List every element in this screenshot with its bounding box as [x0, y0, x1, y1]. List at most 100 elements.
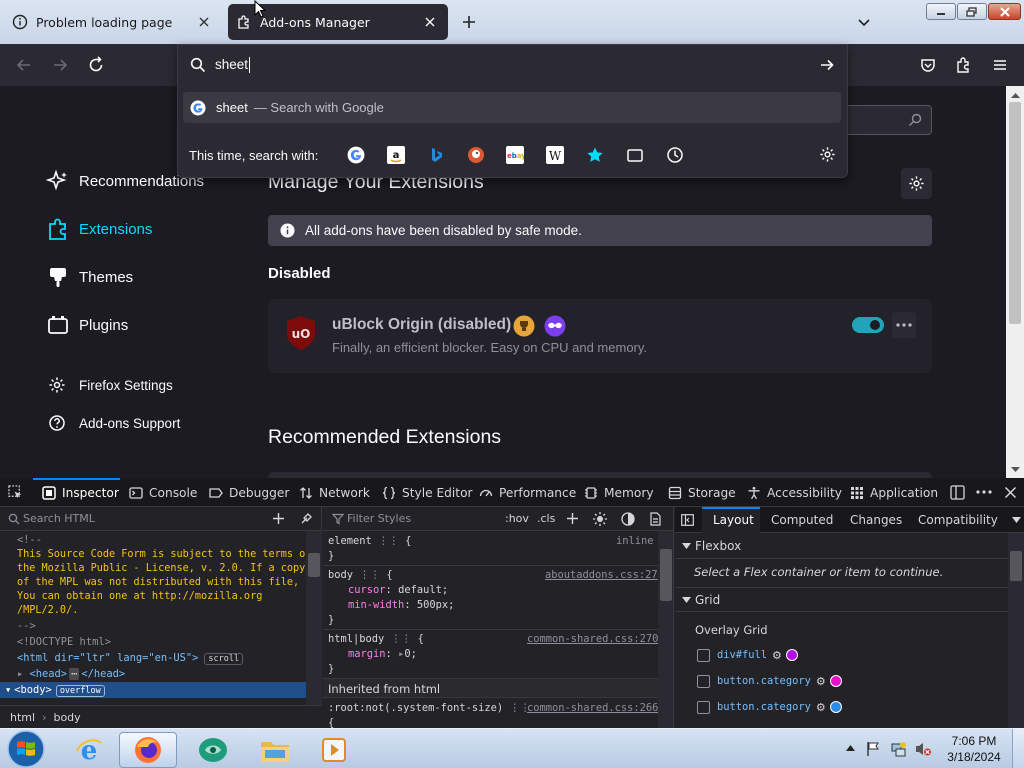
close-devtools-icon[interactable]	[1004, 486, 1017, 499]
breadcrumb-item[interactable]: html	[10, 711, 35, 724]
search-html-input[interactable]: Search HTML	[23, 512, 95, 525]
toggle-sidebar-icon[interactable]	[681, 514, 694, 526]
dark-theme-icon[interactable]	[621, 512, 635, 526]
checkbox[interactable]	[697, 648, 710, 662]
chevron-down-icon[interactable]	[1012, 517, 1021, 523]
light-theme-icon[interactable]	[593, 512, 607, 526]
reload-icon[interactable]	[87, 56, 105, 74]
forward-icon[interactable]	[51, 56, 69, 74]
print-media-icon[interactable]	[649, 512, 662, 526]
css-declaration[interactable]: min-width: 500px;	[348, 597, 454, 613]
addons-search-field[interactable]	[840, 105, 932, 135]
markup-node-body[interactable]: ▾ <body> overflow	[0, 682, 306, 698]
grid-color-swatch[interactable]	[785, 649, 798, 661]
eyedropper-icon[interactable]	[300, 512, 313, 525]
tabs-icon[interactable]	[626, 146, 644, 164]
tab-compatibility[interactable]: Compatibility	[918, 513, 998, 527]
scroll-thumb[interactable]	[660, 549, 672, 601]
markup-node-html[interactable]: <html dir="ltr" lang="en-US"> scroll	[17, 650, 244, 667]
tab-style-editor[interactable]: Style Editor	[382, 478, 473, 507]
ebay-icon[interactable]: ebay	[506, 146, 524, 164]
addon-toggle[interactable]	[852, 317, 884, 333]
rule-source-link[interactable]: common-shared.css:270	[527, 631, 658, 647]
addon-card[interactable]: uO uBlock Origin (disabled) Finally, an …	[268, 299, 932, 373]
tab-list-chevron-icon[interactable]	[856, 14, 872, 30]
markup-node-head[interactable]: ▸ <head> ⋯ </head>	[17, 666, 125, 682]
grid-settings-icon[interactable]: ⚙	[816, 675, 826, 688]
grid-header[interactable]: Grid	[675, 587, 1008, 612]
sidebar-item-firefox-settings[interactable]: Firefox Settings	[46, 376, 173, 394]
dock-side-icon[interactable]	[950, 485, 965, 500]
new-tab-icon[interactable]	[461, 14, 477, 30]
scroll-down-icon[interactable]	[1011, 467, 1020, 473]
breadcrumb-item[interactable]: body	[53, 711, 80, 724]
checkbox[interactable]	[697, 674, 710, 688]
duckduckgo-icon[interactable]	[467, 146, 485, 164]
close-tab-icon[interactable]	[422, 14, 438, 30]
tab-performance[interactable]: Performance	[479, 478, 576, 507]
menu-icon[interactable]	[991, 56, 1009, 74]
suggestion-row[interactable]: sheet — Search with Google	[183, 92, 841, 123]
grid-settings-icon[interactable]: ⚙	[772, 649, 782, 662]
add-node-icon[interactable]	[272, 512, 285, 525]
sidebar-item-themes[interactable]: Themes	[46, 265, 133, 289]
close-tab-icon[interactable]	[196, 14, 212, 30]
grid-overlay-item[interactable]: div#full ⚙	[697, 647, 798, 663]
network-icon[interactable]	[891, 741, 907, 757]
google-icon[interactable]	[347, 146, 365, 164]
element-picker-icon[interactable]	[8, 485, 23, 500]
css-declaration[interactable]: cursor: default;	[348, 582, 448, 598]
clock-time[interactable]: 7:06 PM	[951, 734, 997, 748]
addon-name[interactable]: uBlock Origin (disabled)	[332, 316, 511, 334]
tab-application[interactable]: Application	[850, 478, 938, 507]
scroll-thumb[interactable]	[1010, 551, 1022, 581]
tab-problem-loading[interactable]: Problem loading page	[4, 4, 222, 40]
extensions-icon[interactable]	[955, 56, 973, 74]
scroll-up-icon[interactable]	[1011, 92, 1020, 98]
tab-debugger[interactable]: Debugger	[209, 478, 289, 507]
tab-network[interactable]: Network	[299, 478, 370, 507]
maximize-button[interactable]	[957, 3, 987, 20]
taskbar-explorer[interactable]	[246, 732, 304, 768]
taskbar-media[interactable]	[305, 732, 363, 768]
close-window-button[interactable]	[988, 3, 1021, 20]
checkbox[interactable]	[697, 700, 710, 714]
addon-more-options-button[interactable]	[892, 312, 916, 338]
cls-toggle[interactable]: .cls	[537, 512, 555, 525]
taskbar-ie[interactable]: e	[60, 732, 118, 768]
collapsed-ellipsis[interactable]: ⋯	[69, 668, 80, 680]
sidebar-item-addons-support[interactable]: Add-ons Support	[46, 414, 180, 432]
taskbar-firefox[interactable]	[119, 732, 177, 768]
grid-color-swatch[interactable]	[829, 701, 842, 713]
tab-layout[interactable]: Layout	[713, 513, 754, 527]
action-center-flag-icon[interactable]	[866, 741, 881, 757]
filter-styles-input[interactable]: Filter Styles	[347, 512, 411, 525]
start-button[interactable]	[4, 729, 48, 768]
tab-accessibility[interactable]: Accessibility	[747, 478, 842, 507]
wikipedia-icon[interactable]: W	[546, 146, 564, 164]
tab-changes[interactable]: Changes	[850, 513, 902, 527]
tab-memory[interactable]: Memory	[584, 478, 654, 507]
add-rule-icon[interactable]	[566, 512, 579, 525]
css-declaration[interactable]: margin: ▸0;	[348, 646, 417, 662]
tools-gear-button[interactable]	[901, 168, 932, 199]
go-arrow-icon[interactable]	[819, 57, 835, 73]
history-icon[interactable]	[666, 146, 684, 164]
overflow-badge[interactable]: overflow	[55, 685, 105, 697]
hov-toggle[interactable]: :hov	[505, 512, 529, 525]
page-scrollbar[interactable]	[1006, 86, 1024, 478]
sidebar-item-extensions[interactable]: Extensions	[46, 217, 152, 241]
more-icon[interactable]	[976, 490, 992, 494]
flexbox-header[interactable]: Flexbox	[675, 534, 1008, 559]
tab-storage[interactable]: Storage	[668, 478, 736, 507]
rule-source-link[interactable]: common-shared.css:266	[527, 700, 658, 716]
bookmarks-star-icon[interactable]	[586, 146, 604, 164]
bing-icon[interactable]	[427, 146, 445, 164]
urlbar-input[interactable]: sheet	[215, 57, 251, 73]
volume-muted-icon[interactable]	[915, 741, 932, 757]
pocket-icon[interactable]	[919, 56, 937, 74]
taskbar-app[interactable]	[184, 732, 242, 768]
scroll-thumb[interactable]	[1009, 102, 1021, 324]
show-hidden-icons-icon[interactable]	[846, 745, 855, 751]
show-desktop-button[interactable]	[1012, 729, 1024, 768]
